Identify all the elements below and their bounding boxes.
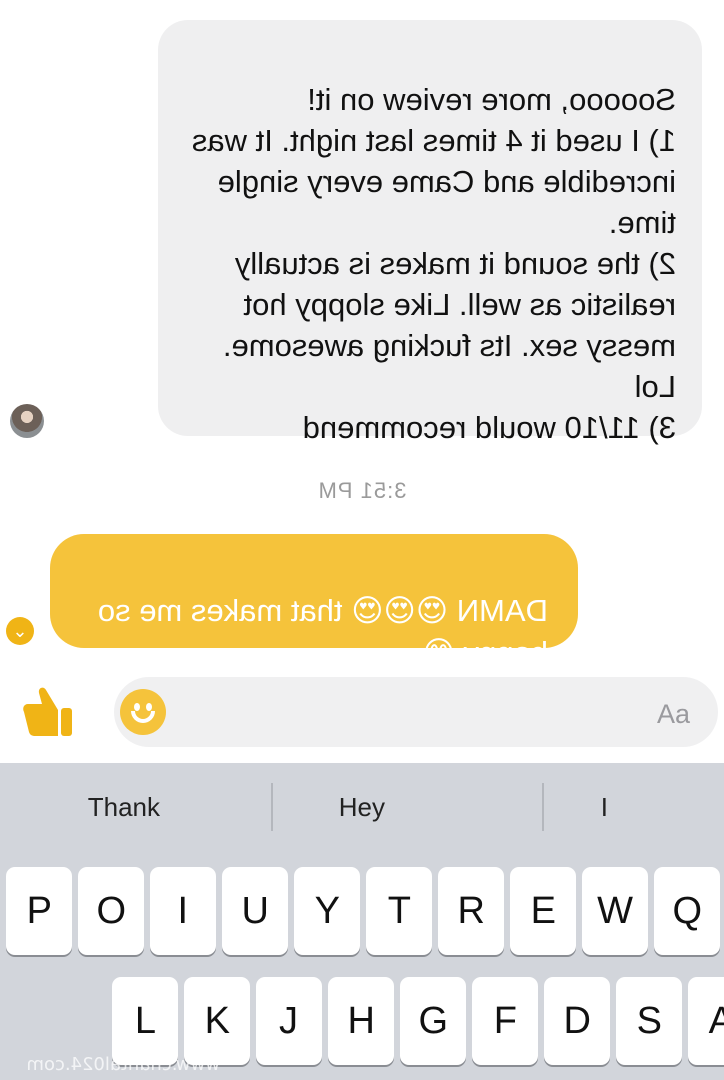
key-j[interactable]: J — [256, 977, 322, 1065]
suggestion-1[interactable]: I — [484, 763, 724, 851]
message-status-icon: ⌄ — [6, 617, 34, 645]
suggestion-divider — [271, 783, 273, 831]
watermark: www.chantal024.com — [26, 1054, 220, 1075]
key-q[interactable]: Q — [654, 867, 720, 955]
key-g[interactable]: G — [400, 977, 466, 1065]
keyboard: I Hey Thank Q W E R T Y U I O P A S D F … — [0, 763, 724, 1080]
suggestion-3[interactable]: Thank — [4, 763, 244, 851]
key-h[interactable]: H — [328, 977, 394, 1065]
message-input-placeholder: Aa — [656, 699, 690, 729]
key-w[interactable]: W — [582, 867, 648, 955]
incoming-message: Sooooo, more review on it! 1) I used it … — [158, 20, 702, 445]
key-s[interactable]: S — [616, 977, 682, 1065]
outgoing-message-text: DAMN 😍😍😍 that makes me so happy 😁 — [97, 593, 548, 670]
key-u[interactable]: U — [222, 867, 288, 955]
message-input[interactable]: Aa — [114, 677, 718, 747]
thumbs-up-icon[interactable] — [22, 684, 74, 738]
smile-icon[interactable] — [120, 689, 166, 735]
sender-avatar[interactable] — [10, 404, 44, 438]
key-e[interactable]: E — [510, 867, 576, 955]
composer-bar: Aa — [0, 672, 724, 752]
key-o[interactable]: O — [78, 867, 144, 955]
suggestion-bar: I Hey Thank — [0, 763, 724, 851]
message-timestamp: 3:51 PM — [317, 478, 407, 503]
key-d[interactable]: D — [544, 977, 610, 1065]
key-k[interactable]: K — [184, 977, 250, 1065]
key-y[interactable]: Y — [294, 867, 360, 955]
key-f[interactable]: F — [472, 977, 538, 1065]
suggestion-divider — [542, 783, 544, 831]
key-a[interactable]: A — [688, 977, 724, 1065]
key-p[interactable]: P — [6, 867, 72, 955]
screen: Sooooo, more review on it! 1) I used it … — [0, 0, 724, 1080]
key-l[interactable]: L — [112, 977, 178, 1065]
outgoing-message: DAMN 😍😍😍 that makes me so happy 😁 — [50, 534, 578, 670]
suggestion-2[interactable]: Hey — [242, 763, 482, 851]
incoming-message-text: Sooooo, more review on it! 1) I used it … — [191, 82, 676, 445]
key-t[interactable]: T — [366, 867, 432, 955]
key-i[interactable]: I — [150, 867, 216, 955]
key-r[interactable]: R — [438, 867, 504, 955]
